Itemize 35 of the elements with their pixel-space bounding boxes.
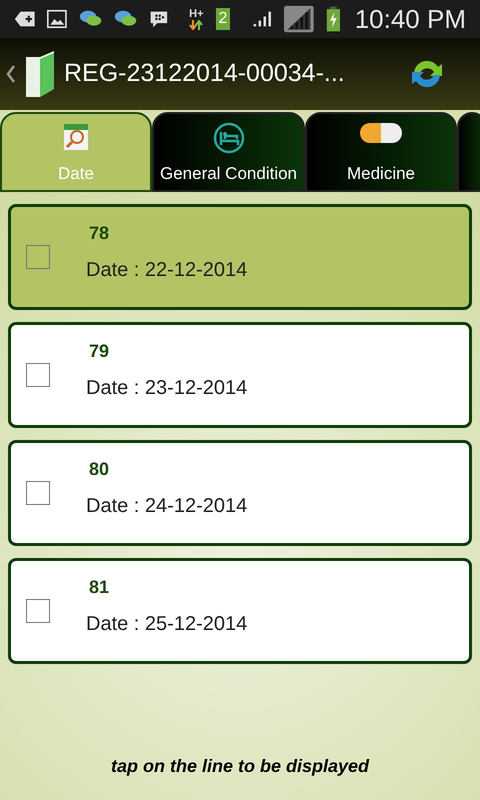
record-date: Date : 24-12-2014 (86, 494, 248, 518)
record-number: 79 (89, 340, 110, 362)
image-icon (47, 8, 68, 30)
data-arrows-icon (189, 20, 204, 30)
bed-icon (212, 122, 244, 154)
network-type: H+ (189, 8, 204, 20)
hint-text: tap on the line to be displayed (110, 755, 370, 778)
record-card[interactable]: 78 Date : 22-12-2014 (8, 204, 472, 310)
sim-badge: 2 (216, 8, 230, 30)
record-number: 81 (89, 576, 110, 598)
back-icon[interactable] (6, 64, 16, 84)
folder-icon (24, 51, 56, 97)
record-date: Date : 23-12-2014 (86, 376, 248, 400)
tab[interactable]: General Condition (152, 112, 305, 192)
battery-icon (326, 4, 341, 34)
record-card[interactable]: 79 Date : 23-12-2014 (8, 322, 472, 428)
clock: 10:40 PM (354, 2, 466, 36)
add-icon (14, 9, 36, 29)
record-number: 78 (89, 222, 110, 244)
record-card[interactable]: 80 Date : 24-12-2014 (8, 440, 472, 546)
tab[interactable] (457, 112, 480, 192)
tab[interactable]: Medicine (305, 112, 457, 192)
record-date: Date : 25-12-2014 (86, 612, 248, 636)
pill-icon (359, 122, 403, 144)
record-card[interactable]: 81 Date : 25-12-2014 (8, 558, 472, 664)
page-title: REG-23122014-00034-... (64, 58, 346, 90)
checkbox[interactable] (26, 599, 50, 623)
calendar-search-icon (62, 122, 90, 152)
checkbox[interactable] (26, 363, 50, 387)
signal-icon (284, 3, 314, 35)
checkbox[interactable] (26, 481, 50, 505)
record-number: 80 (89, 458, 110, 480)
checkbox[interactable] (26, 245, 50, 269)
signal-icon (252, 9, 272, 29)
record-date: Date : 22-12-2014 (86, 258, 248, 282)
